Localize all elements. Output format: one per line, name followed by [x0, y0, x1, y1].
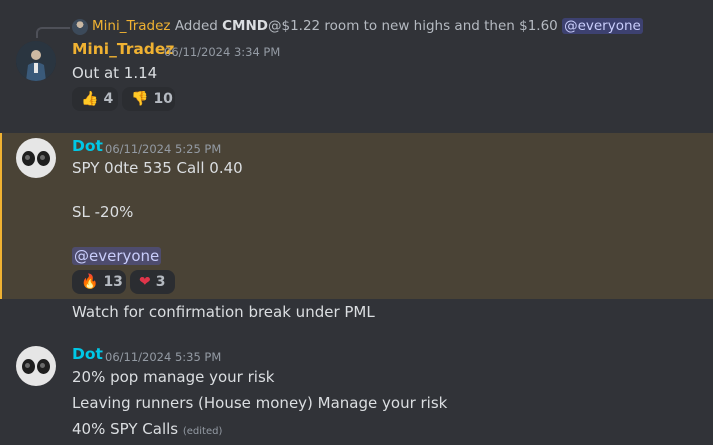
reaction-count: 4 [103, 91, 114, 107]
reaction-count: 13 [103, 274, 123, 290]
reply-ticker: CMND [222, 18, 268, 34]
heart-icon: ❤ [139, 274, 151, 290]
message-mention-line: @everyone [72, 247, 162, 265]
reply-avatar[interactable] [72, 19, 88, 35]
message-author[interactable]: Dot [72, 345, 103, 363]
avatar-dot[interactable] [16, 138, 56, 178]
reply-connector [36, 27, 70, 38]
reply-author[interactable]: Mini_Tradez [92, 18, 171, 34]
message-timestamp: 06/11/2024 5:25 PM [105, 142, 222, 156]
everyone-mention[interactable]: @everyone [72, 247, 162, 265]
reaction-count: 3 [155, 274, 166, 290]
avatar-mini-tradez[interactable] [16, 41, 56, 81]
reaction-thumbs-up[interactable]: 👍 4 [72, 87, 118, 111]
fire-icon: 🔥 [81, 274, 99, 290]
edited-label: (edited) [182, 426, 223, 437]
message-timestamp: 06/11/2024 5:35 PM [105, 350, 222, 364]
message-text: 40% SPY Calls (edited) [72, 420, 222, 438]
message-text: SPY 0dte 535 Call 0.40 [72, 159, 243, 177]
message-author[interactable]: Mini_Tradez [72, 40, 174, 58]
message-text: Leaving runners (House money) Manage you… [72, 394, 448, 412]
reply-preview[interactable]: Mini_Tradez Added CMND@$1.22 room to new… [92, 18, 643, 34]
reaction-count: 10 [153, 91, 173, 107]
message-text: Out at 1.14 [72, 64, 158, 82]
thumbs-down-icon: 👎 [131, 91, 149, 107]
reaction-heart[interactable]: ❤ 3 [130, 270, 175, 294]
eyes-icon [22, 150, 50, 166]
reply-prefix: Added [174, 18, 218, 34]
message-text: SL -20% [72, 203, 134, 221]
message-text: 20% pop manage your risk [72, 368, 275, 386]
reaction-fire[interactable]: 🔥 13 [72, 270, 126, 294]
reply-body: @$1.22 room to new highs and then $1.60 [267, 18, 558, 34]
avatar-dot[interactable] [16, 346, 56, 386]
message-timestamp: 06/11/2024 3:34 PM [164, 45, 281, 59]
reaction-thumbs-down[interactable]: 👎 10 [122, 87, 175, 111]
message-line: 40% SPY Calls [72, 420, 179, 438]
message-text: Watch for confirmation break under PML [72, 303, 375, 321]
eyes-icon [22, 358, 50, 374]
person-icon [16, 41, 56, 81]
thumbs-up-icon: 👍 [81, 91, 99, 107]
message-author[interactable]: Dot [72, 137, 103, 155]
reply-mention[interactable]: @everyone [562, 18, 643, 34]
